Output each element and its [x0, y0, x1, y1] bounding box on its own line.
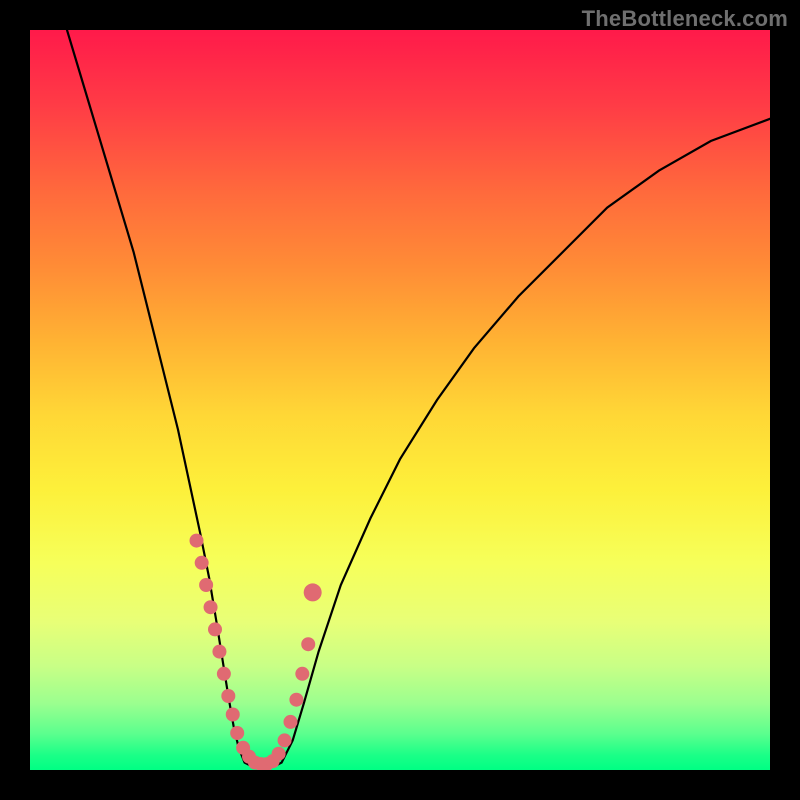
chart-frame: TheBottleneck.com — [0, 0, 800, 800]
plot-background-gradient — [30, 30, 770, 770]
watermark-label: TheBottleneck.com — [582, 6, 788, 32]
